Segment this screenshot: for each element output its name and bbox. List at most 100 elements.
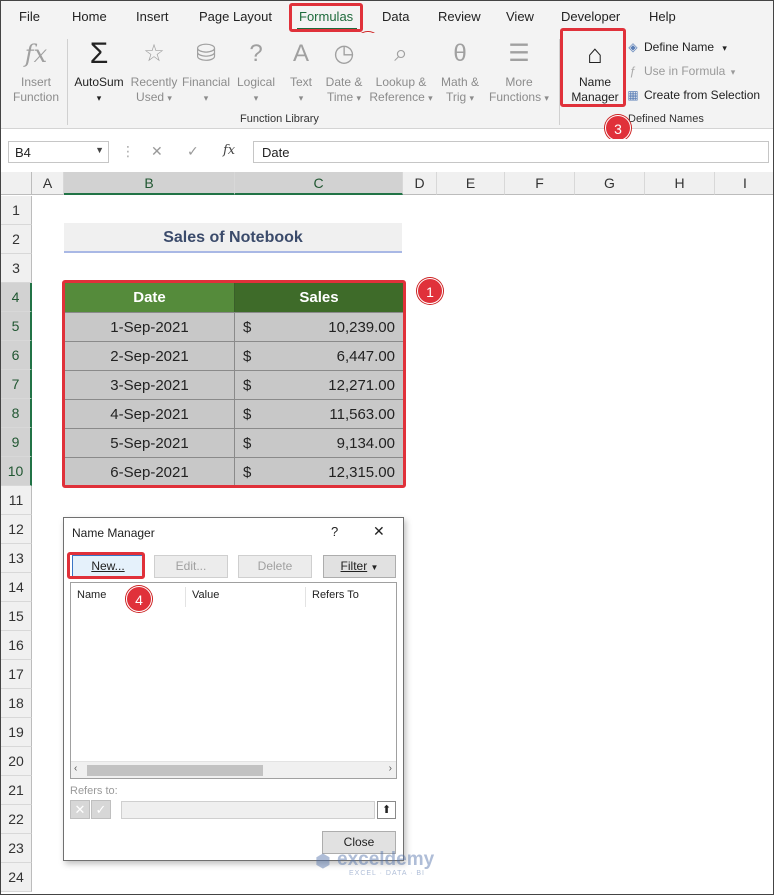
help-icon[interactable]: ? xyxy=(331,524,338,539)
row-header-16[interactable]: 16 xyxy=(1,631,32,660)
math-trig-button[interactable]: θ Math & Trig ▾ xyxy=(435,37,485,106)
column-header-b[interactable]: B xyxy=(64,172,235,195)
scrollbar-thumb[interactable] xyxy=(87,765,263,776)
horizontal-scrollbar[interactable]: ‹ › xyxy=(71,761,396,778)
names-list[interactable]: Name Value Refers To ‹ › xyxy=(70,582,397,779)
tab-help[interactable]: Help xyxy=(649,9,676,24)
column-header-h[interactable]: H xyxy=(645,172,715,195)
define-name-button[interactable]: ◈ Define Name ▾ xyxy=(625,40,727,54)
delete-button[interactable]: Delete xyxy=(238,555,312,578)
autosum-button[interactable]: Σ AutoSum ▾ xyxy=(71,37,127,106)
dialog-title: Name Manager xyxy=(72,526,155,540)
row-header-22[interactable]: 22 xyxy=(1,805,32,834)
chevron-down-icon: ▾ xyxy=(356,93,362,103)
row-header-1[interactable]: 1 xyxy=(1,196,32,225)
lookup-reference-button[interactable]: ⌕ Lookup & Reference ▾ xyxy=(369,37,433,106)
grid-small-icon: ▦ xyxy=(627,88,639,102)
sheet-title[interactable]: Sales of Notebook xyxy=(64,223,402,253)
more-functions-label-1: More xyxy=(505,75,533,89)
row-header-4[interactable]: 4 xyxy=(1,283,32,312)
collapse-dialog-icon[interactable]: ⬆ xyxy=(377,801,396,819)
formula-input[interactable]: Date xyxy=(253,141,769,163)
name-box[interactable]: B4 ▼ xyxy=(8,141,109,163)
select-all-corner[interactable] xyxy=(1,172,32,195)
refers-to-input[interactable] xyxy=(121,801,375,819)
column-header-g[interactable]: G xyxy=(575,172,645,195)
row-header-20[interactable]: 20 xyxy=(1,747,32,776)
column-header-i[interactable]: I xyxy=(715,172,773,195)
more-functions-icon: ☰ xyxy=(508,40,530,67)
insert-function-icon[interactable]: fx xyxy=(223,143,235,158)
column-header-f[interactable]: F xyxy=(505,172,575,195)
row-header-17[interactable]: 17 xyxy=(1,660,32,689)
row-header-21[interactable]: 21 xyxy=(1,776,32,805)
logical-button[interactable]: ? Logical ▾ xyxy=(233,37,279,106)
chevron-down-icon: ▾ xyxy=(253,93,259,103)
row-header-12[interactable]: 12 xyxy=(1,515,32,544)
column-name[interactable]: Name xyxy=(71,587,106,607)
magnifier-icon: ⌕ xyxy=(394,40,408,67)
tab-developer[interactable]: Developer xyxy=(561,9,620,24)
row-header-9[interactable]: 9 xyxy=(1,428,32,457)
ribbon: fx Insert Function Σ AutoSum ▾ ☆ Recentl… xyxy=(1,33,773,129)
lookup-label-2: Reference xyxy=(369,90,425,104)
tab-view[interactable]: View xyxy=(506,9,534,24)
tab-review[interactable]: Review xyxy=(438,9,481,24)
filter-button-label: Filter xyxy=(340,559,368,573)
use-in-formula-label: Use in Formula xyxy=(644,64,726,78)
row-header-23[interactable]: 23 xyxy=(1,834,32,863)
row-header-6[interactable]: 6 xyxy=(1,341,32,370)
row-header-14[interactable]: 14 xyxy=(1,573,32,602)
column-header-e[interactable]: E xyxy=(437,172,505,195)
recently-used-button[interactable]: ☆ Recently Used ▾ xyxy=(129,37,179,106)
scroll-right-icon[interactable]: › xyxy=(389,763,392,774)
row-header-11[interactable]: 11 xyxy=(1,486,32,515)
use-in-formula-button[interactable]: ƒ Use in Formula ▾ xyxy=(625,64,736,78)
financial-button[interactable]: ⛁ Financial ▾ xyxy=(181,37,231,106)
formula-bar: B4 ▼ ⋮ ✕ ✓ fx Date xyxy=(1,139,773,167)
row-header-19[interactable]: 19 xyxy=(1,718,32,747)
excel-window: File Home Insert Page Layout Formulas Da… xyxy=(0,0,774,895)
row-header-15[interactable]: 15 xyxy=(1,602,32,631)
row-header-5[interactable]: 5 xyxy=(1,312,32,341)
column-value[interactable]: Value xyxy=(185,587,219,607)
chevron-down-icon[interactable]: ▼ xyxy=(95,145,104,155)
close-icon[interactable]: ✕ xyxy=(373,523,385,540)
tag-small-icon: ◈ xyxy=(628,40,638,54)
cancel-icon[interactable]: ✕ xyxy=(151,143,163,160)
row-header-24[interactable]: 24 xyxy=(1,863,32,892)
column-header-a[interactable]: A xyxy=(32,172,64,195)
insert-function-button[interactable]: fx Insert Function xyxy=(7,37,65,105)
tab-file[interactable]: File xyxy=(19,9,40,24)
tab-data[interactable]: Data xyxy=(382,9,409,24)
math-trig-label-1: Math & xyxy=(440,75,479,89)
tab-page-layout[interactable]: Page Layout xyxy=(199,9,272,24)
logical-label: Logical xyxy=(236,75,276,89)
chevron-down-icon: ▾ xyxy=(544,93,549,103)
row-header-13[interactable]: 13 xyxy=(1,544,32,573)
theta-icon: θ xyxy=(453,40,467,67)
text-button[interactable]: A Text ▾ xyxy=(283,37,319,106)
cancel-edit-icon[interactable]: ✕ xyxy=(70,800,90,819)
question-book-icon: ? xyxy=(249,40,263,67)
more-functions-button[interactable]: ☰ More Functions ▾ xyxy=(487,37,551,106)
watermark-brand: exceldemy xyxy=(337,849,435,870)
row-header-10[interactable]: 10 xyxy=(1,457,32,486)
enter-check-icon[interactable]: ✓ xyxy=(187,143,199,160)
tab-home[interactable]: Home xyxy=(72,9,107,24)
tab-insert[interactable]: Insert xyxy=(136,9,169,24)
create-from-selection-button[interactable]: ▦ Create from Selection xyxy=(625,88,760,102)
row-header-7[interactable]: 7 xyxy=(1,370,32,399)
date-time-button[interactable]: ◷ Date & Time ▾ xyxy=(321,37,367,106)
row-header-3[interactable]: 3 xyxy=(1,254,32,283)
scroll-left-icon[interactable]: ‹ xyxy=(74,763,77,774)
row-header-8[interactable]: 8 xyxy=(1,399,32,428)
column-header-c[interactable]: C xyxy=(235,172,403,195)
row-header-18[interactable]: 18 xyxy=(1,689,32,718)
confirm-edit-icon[interactable]: ✓ xyxy=(91,800,111,819)
column-refers-to[interactable]: Refers To xyxy=(305,587,359,607)
filter-button[interactable]: Filter ▼ xyxy=(323,555,396,578)
edit-button[interactable]: Edit... xyxy=(154,555,228,578)
column-header-d[interactable]: D xyxy=(403,172,437,195)
row-header-2[interactable]: 2 xyxy=(1,225,32,254)
